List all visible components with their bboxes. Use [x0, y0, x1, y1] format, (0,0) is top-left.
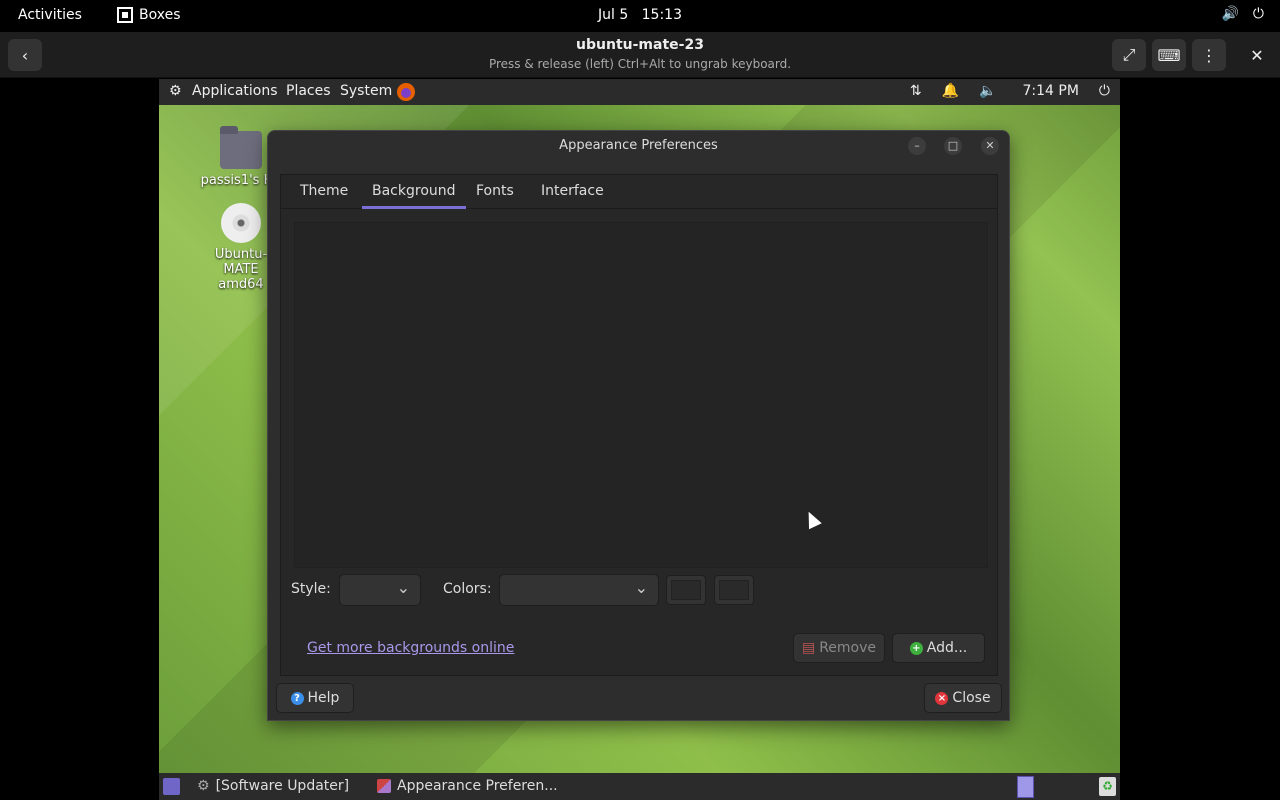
- remove-button[interactable]: ▤ Remove: [793, 633, 885, 663]
- window-title: Appearance Preferences: [559, 138, 718, 153]
- appearance-icon: [377, 779, 391, 793]
- trash-icon[interactable]: ♻: [1099, 777, 1116, 796]
- app-menu-label: Boxes: [139, 7, 181, 23]
- tab-theme[interactable]: Theme: [290, 183, 358, 209]
- taskbar-item-label: Appearance Preferen...: [397, 778, 558, 794]
- kebab-menu-icon: ⋮: [1201, 45, 1217, 65]
- fullscreen-button[interactable]: ⤢: [1112, 39, 1146, 71]
- boxes-header-bar: ‹ ubuntu-mate-23 Press & release (left) …: [0, 32, 1280, 78]
- firefox-icon[interactable]: [396, 82, 416, 106]
- keyboard-grab-hint: Press & release (left) Ctrl+Alt to ungra…: [488, 57, 792, 71]
- taskbar-item-software-updater[interactable]: ⚙ [Software Updater]: [197, 778, 349, 794]
- ubuntu-logo-icon[interactable]: ⚙: [169, 83, 182, 99]
- taskbar-item-appearance-preferences[interactable]: Appearance Preferen...: [377, 778, 558, 794]
- secondary-color-button[interactable]: [714, 575, 754, 605]
- maximize-button[interactable]: □: [944, 137, 962, 155]
- system-menu[interactable]: System: [340, 83, 392, 99]
- software-updater-icon: ⚙: [197, 778, 210, 794]
- expand-icon: ⤢: [1122, 45, 1136, 64]
- mate-top-panel: ⚙ Applications Places System ⇅ 🔔 🔈 7:14 …: [159, 79, 1120, 105]
- boxes-app-icon: [117, 7, 133, 23]
- remove-icon: ▤: [801, 640, 816, 656]
- close-window-button[interactable]: ✕: [1240, 39, 1274, 71]
- colors-dropdown[interactable]: [499, 574, 659, 606]
- add-icon: +: [909, 641, 923, 655]
- menu-button[interactable]: ⋮: [1192, 39, 1226, 71]
- vm-display[interactable]: ⚙ Applications Places System ⇅ 🔔 🔈 7:14 …: [159, 79, 1120, 800]
- power-icon[interactable]: ⏻: [1253, 6, 1264, 22]
- help-icon: ?: [290, 691, 304, 705]
- close-icon: ✕: [1250, 45, 1264, 65]
- maximize-icon: □: [947, 139, 959, 152]
- power-icon[interactable]: ⏻: [1099, 83, 1110, 99]
- app-menu-boxes[interactable]: Boxes: [117, 7, 181, 23]
- panel-clock[interactable]: 7:14 PM: [1023, 83, 1079, 99]
- mate-panel-tray: ⇅ 🔔 🔈 7:14 PM ⏻: [910, 83, 1110, 99]
- places-menu[interactable]: Places: [286, 83, 331, 99]
- notification-bell-icon[interactable]: 🔔: [942, 83, 959, 99]
- show-desktop-icon[interactable]: [163, 778, 180, 795]
- appearance-preferences-window: Appearance Preferences – □ ✕ Theme Backg…: [267, 130, 1010, 721]
- taskbar-item-label: [Software Updater]: [215, 778, 350, 794]
- remove-button-label: Remove: [819, 640, 877, 656]
- network-icon[interactable]: ⇅: [910, 83, 922, 99]
- get-more-backgrounds-link[interactable]: Get more backgrounds online: [307, 640, 514, 656]
- colors-label: Colors:: [443, 581, 492, 597]
- preferences-notebook: Theme Background Fonts Interface Style: …: [280, 174, 998, 676]
- clock-date[interactable]: Jul 5: [598, 7, 628, 23]
- vm-title: ubuntu-mate-23: [576, 37, 704, 53]
- style-dropdown[interactable]: [339, 574, 421, 606]
- top-bar-clock: Jul 5 15:13: [0, 7, 1280, 23]
- add-button[interactable]: + Add...: [892, 633, 985, 663]
- close-icon: ✕: [985, 139, 995, 152]
- workspace-switcher[interactable]: [1017, 776, 1034, 798]
- system-tray: 🔊 ⏻: [1221, 6, 1264, 22]
- primary-color-button[interactable]: [666, 575, 706, 605]
- close-circle-icon: ×: [935, 691, 949, 705]
- home-folder-icon: [220, 126, 262, 169]
- keyboard-button[interactable]: ⌨: [1152, 39, 1186, 71]
- tab-interface[interactable]: Interface: [531, 183, 614, 209]
- close-dialog-button[interactable]: × Close: [924, 683, 1002, 713]
- help-button-label: Help: [307, 690, 340, 706]
- help-button[interactable]: ? Help: [276, 683, 354, 713]
- volume-icon[interactable]: 🔊: [1221, 6, 1238, 22]
- keyboard-icon: ⌨: [1157, 45, 1181, 65]
- applications-menu[interactable]: Applications: [192, 83, 278, 99]
- mate-bottom-panel: ⚙ [Software Updater] Appearance Preferen…: [159, 773, 1120, 800]
- style-label: Style:: [291, 581, 331, 597]
- close-button-label: Close: [952, 690, 991, 706]
- optical-disc-icon: [221, 203, 261, 243]
- minimize-icon: –: [914, 139, 920, 152]
- tab-background[interactable]: Background: [362, 183, 466, 209]
- close-button[interactable]: ✕: [981, 137, 999, 155]
- add-button-label: Add...: [926, 640, 968, 656]
- background-list[interactable]: [294, 222, 988, 568]
- minimize-button[interactable]: –: [908, 137, 926, 155]
- tab-fonts[interactable]: Fonts: [466, 183, 524, 209]
- clock-time[interactable]: 15:13: [642, 7, 682, 23]
- tab-bar: Theme Background Fonts Interface: [281, 175, 997, 209]
- volume-icon[interactable]: 🔈: [979, 83, 996, 99]
- activities-button[interactable]: Activities: [18, 7, 82, 23]
- gnome-top-bar: Activities Boxes Jul 5 15:13 🔊 ⏻: [0, 0, 1280, 32]
